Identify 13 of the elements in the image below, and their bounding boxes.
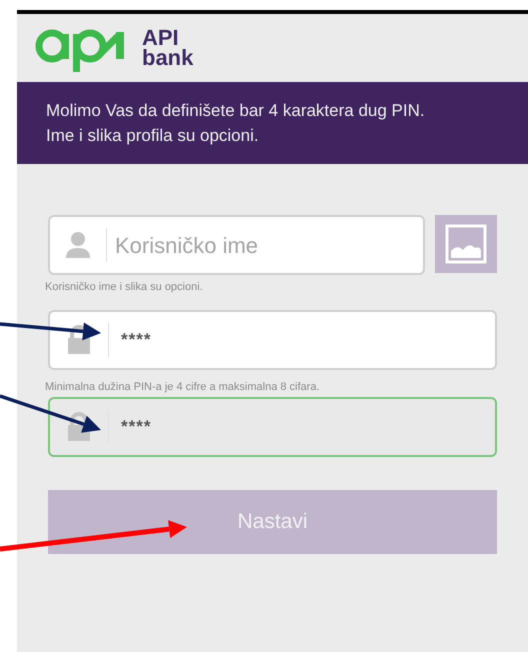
hint-text: Minimalna dužina PIN-a je 4 cifre a maksimalna 8 cifara. <box>45 380 321 394</box>
banner-text: Ime i slika profila su opcioni. <box>46 125 260 147</box>
banner-text: Molimo Vas da definišete bar 4 karaktera dug PIN. <box>46 100 426 122</box>
logo-text: bank <box>142 48 194 68</box>
hint-text: Korisničko ime i slika su opcioni. <box>45 280 204 295</box>
pin-field[interactable]: **** <box>48 397 497 457</box>
lock-icon <box>66 324 92 354</box>
person-icon <box>65 231 91 259</box>
image-button[interactable] <box>435 215 497 273</box>
placeholder-text: Korisničko ime <box>115 232 258 260</box>
logo-text: API <box>142 28 179 48</box>
image-icon <box>445 224 487 264</box>
pin-field[interactable]: **** <box>48 310 497 370</box>
